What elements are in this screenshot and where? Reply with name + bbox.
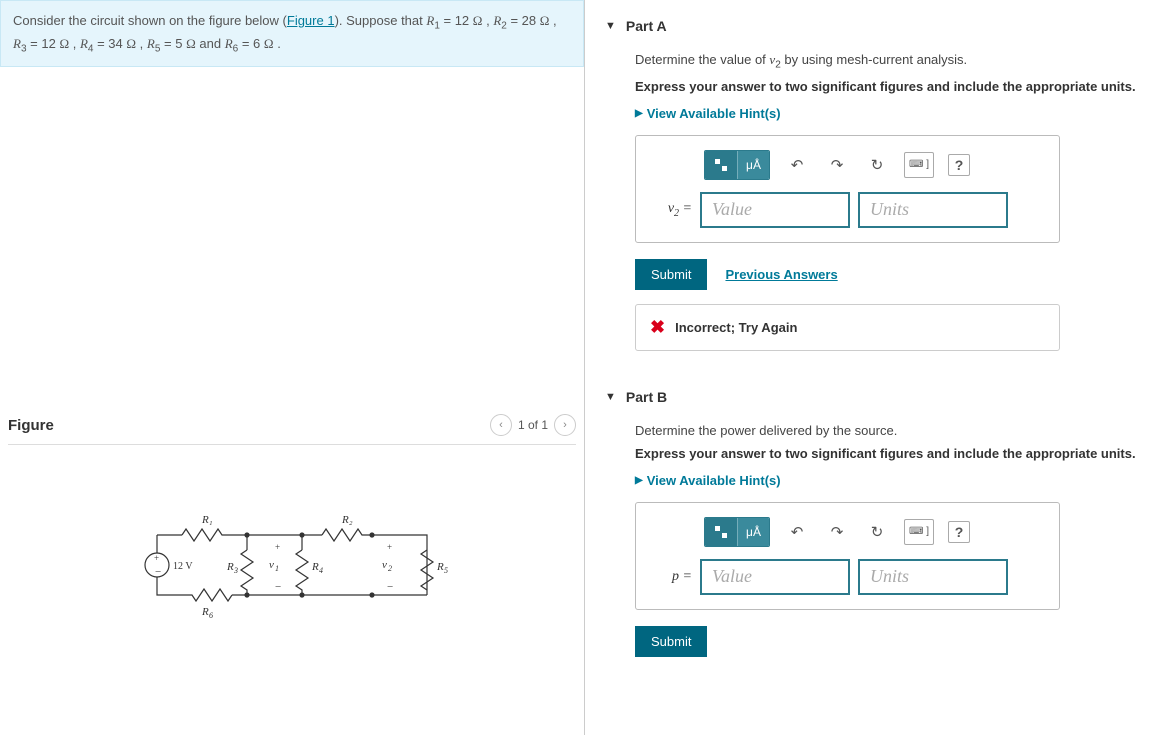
svg-text:6: 6 [209, 611, 213, 620]
svg-text:R: R [201, 606, 209, 618]
svg-text:4: 4 [319, 566, 323, 575]
part-b-actions: Submit [635, 626, 1146, 657]
svg-text:v: v [269, 559, 274, 571]
svg-text:v: v [382, 559, 387, 571]
svg-text:−: − [275, 581, 281, 593]
svg-text:12 V: 12 V [173, 561, 193, 572]
feedback-text: Incorrect; Try Again [675, 320, 797, 335]
answer-toolbar-b: μÅ ↶ ↷ ↻ ⌨ ] ? [704, 517, 1043, 547]
special-char-button[interactable]: μÅ [737, 518, 769, 546]
figure-pager: ‹ 1 of 1 › [490, 414, 576, 436]
r5-val: 5 [175, 36, 182, 51]
help-button[interactable]: ? [948, 154, 970, 176]
reset-button[interactable]: ↻ [864, 152, 890, 178]
problem-prefix: Consider the circuit shown on the figure… [13, 13, 287, 28]
part-b-input-row: p = Value Units [652, 559, 1043, 595]
part-b-header[interactable]: ▼ Part B [605, 371, 1146, 415]
problem-statement: Consider the circuit shown on the figure… [0, 0, 584, 67]
right-pane: ▼ Part A Determine the value of v2 by us… [585, 0, 1166, 735]
figure-body[interactable]: R₁ R₂ R3 R4 R5 R6 v1 v2 + − 12 V + − + − [8, 444, 576, 724]
figure-title: Figure [8, 417, 54, 434]
reset-button[interactable]: ↻ [864, 519, 890, 545]
next-figure-button[interactable]: › [554, 414, 576, 436]
svg-text:+: + [275, 542, 280, 552]
fraction-button[interactable] [705, 518, 737, 546]
problem-suffix: ). Suppose that [335, 13, 427, 28]
undo-button[interactable]: ↶ [784, 519, 810, 545]
chevron-right-icon: ▶ [635, 475, 643, 486]
part-b-units-input[interactable]: Units [858, 559, 1008, 595]
part-a-instruction: Express your answer to two significant f… [635, 79, 1146, 94]
r1-val: 12 [455, 13, 469, 28]
redo-button[interactable]: ↷ [824, 152, 850, 178]
svg-text:R: R [226, 561, 234, 573]
part-b-submit-button[interactable]: Submit [635, 626, 707, 657]
part-b-hints-toggle[interactable]: ▶ View Available Hint(s) [635, 473, 1146, 488]
template-group: μÅ [704, 517, 770, 547]
part-b-body: Determine the power delivered by the sou… [605, 423, 1146, 657]
r3-val: 12 [41, 36, 55, 51]
keyboard-button[interactable]: ⌨ ] [904, 519, 934, 545]
svg-text:R₁: R₁ [201, 514, 213, 526]
svg-text:+: + [154, 553, 159, 563]
svg-text:R: R [436, 561, 444, 573]
collapse-icon: ▼ [605, 20, 616, 32]
part-a-feedback: ✖ Incorrect; Try Again [635, 304, 1060, 351]
part-b-instruction: Express your answer to two significant f… [635, 446, 1146, 461]
part-a-body: Determine the value of v2 by using mesh-… [605, 52, 1146, 351]
svg-text:R: R [311, 561, 319, 573]
part-a-prompt: Determine the value of v2 by using mesh-… [635, 52, 1146, 71]
redo-button[interactable]: ↷ [824, 519, 850, 545]
part-b-lhs: p = [652, 569, 692, 585]
fraction-button[interactable] [705, 151, 737, 179]
keyboard-button[interactable]: ⌨ ] [904, 152, 934, 178]
part-a-submit-button[interactable]: Submit [635, 259, 707, 290]
part-a-units-input[interactable]: Units [858, 192, 1008, 228]
chevron-right-icon: ▶ [635, 108, 643, 119]
figure-section: Figure ‹ 1 of 1 › [0, 410, 584, 724]
left-pane: Consider the circuit shown on the figure… [0, 0, 585, 735]
previous-answers-link[interactable]: Previous Answers [725, 267, 837, 282]
svg-text:R₂: R₂ [341, 514, 353, 526]
part-b-prompt: Determine the power delivered by the sou… [635, 423, 1146, 438]
circuit-diagram: R₁ R₂ R3 R4 R5 R6 v1 v2 + − 12 V + − + − [127, 495, 457, 655]
part-a-value-input[interactable]: Value [700, 192, 850, 228]
part-b-answer-box: μÅ ↶ ↷ ↻ ⌨ ] ? p = Value Units [635, 502, 1060, 610]
part-a-input-row: v2 = Value Units [652, 192, 1043, 228]
figure-header: Figure ‹ 1 of 1 › [8, 410, 576, 444]
r6-val: 6 [253, 36, 260, 51]
pager-text: 1 of 1 [518, 418, 548, 432]
svg-text:3: 3 [233, 566, 238, 575]
svg-text:5: 5 [444, 566, 448, 575]
incorrect-icon: ✖ [650, 317, 665, 338]
collapse-icon: ▼ [605, 391, 616, 403]
part-a-answer-box: μÅ ↶ ↷ ↻ ⌨ ] ? v2 = Value Units [635, 135, 1060, 243]
part-a-actions: Submit Previous Answers [635, 259, 1146, 290]
r4-val: 34 [108, 36, 122, 51]
help-button[interactable]: ? [948, 521, 970, 543]
svg-text:1: 1 [275, 564, 279, 573]
svg-text:−: − [155, 566, 161, 578]
svg-text:−: − [387, 581, 393, 593]
figure-link[interactable]: Figure 1 [287, 13, 335, 28]
undo-button[interactable]: ↶ [784, 152, 810, 178]
part-a-header[interactable]: ▼ Part A [605, 0, 1146, 44]
part-a-title: Part A [626, 18, 667, 34]
r2-val: 28 [522, 13, 536, 28]
part-b-title: Part B [626, 389, 667, 405]
part-a-lhs: v2 = [652, 201, 692, 219]
part-b-value-input[interactable]: Value [700, 559, 850, 595]
special-char-button[interactable]: μÅ [737, 151, 769, 179]
svg-text:2: 2 [388, 564, 392, 573]
template-group: μÅ [704, 150, 770, 180]
part-a-hints-toggle[interactable]: ▶ View Available Hint(s) [635, 106, 1146, 121]
prev-figure-button[interactable]: ‹ [490, 414, 512, 436]
answer-toolbar: μÅ ↶ ↷ ↻ ⌨ ] ? [704, 150, 1043, 180]
svg-text:+: + [387, 542, 392, 552]
